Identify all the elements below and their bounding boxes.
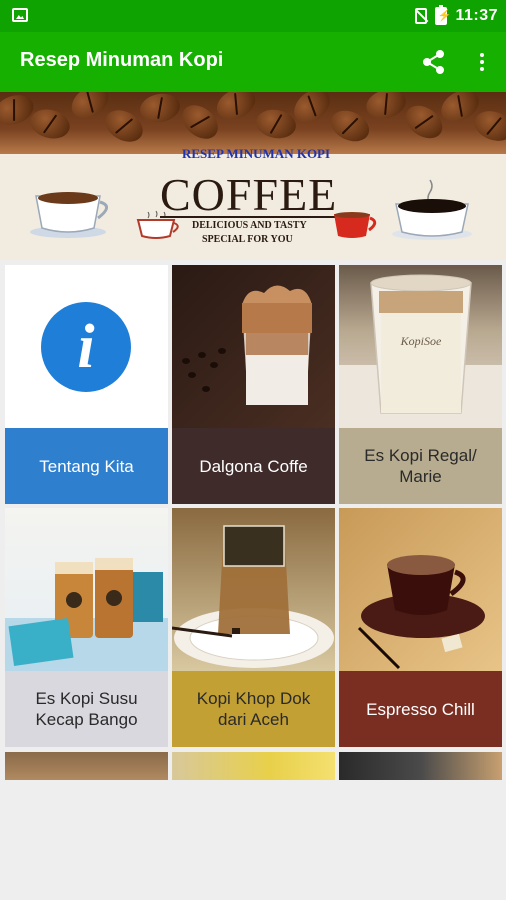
iced-coffee-cup-photo: KopiSoe (339, 265, 502, 428)
menu-item-es-kopi-susu-kecap-bango[interactable]: Es Kopi Susu Kecap Bango (5, 508, 168, 747)
status-bar: 11:37 (0, 0, 506, 32)
menu-item-es-kopi-regal-marie[interactable]: KopiSoe Es Kopi Regal/ Marie (339, 265, 502, 504)
header-banner: RESEP MINUMAN KOPI COFFEE DELICIOUS AND … (0, 92, 506, 260)
more-options-button[interactable] (470, 48, 494, 76)
menu-item-dalgona-coffe[interactable]: Dalgona Coffe (172, 265, 335, 504)
banner-divider (160, 216, 340, 218)
menu-item-tentang-kita[interactable]: i Tentang Kita (5, 265, 168, 504)
banner-subtitle-line1: DELICIOUS AND TASTY (192, 220, 307, 231)
menu-item-label: Tentang Kita (5, 428, 168, 504)
red-cup-illustration (334, 212, 377, 238)
cup-illustration-right (392, 179, 472, 240)
cup-illustration-left (30, 192, 108, 238)
share-button[interactable] (420, 48, 448, 76)
info-icon: i (41, 302, 131, 392)
menu-item-partial-1[interactable] (5, 752, 168, 780)
banner-subtitle-line2: SPECIAL FOR YOU (202, 234, 293, 245)
banner-label: RESEP MINUMAN KOPI (182, 146, 331, 161)
status-right: 11:37 (415, 5, 498, 26)
app-bar: Resep Minuman Kopi (0, 32, 506, 92)
svg-text:KopiSoe: KopiSoe (400, 334, 442, 348)
no-sim-icon (415, 8, 428, 24)
menu-item-label: Dalgona Coffe (172, 428, 335, 504)
menu-item-label: Espresso Chill (339, 671, 502, 747)
khop-coffee-glass-photo (172, 508, 335, 671)
dalgona-coffee-photo (172, 265, 335, 428)
menu-item-partial-3[interactable] (339, 752, 502, 780)
tile-image: i (5, 265, 168, 428)
menu-item-espresso-chill[interactable]: Espresso Chill (339, 508, 502, 747)
banner-title: COFFEE (160, 169, 338, 220)
menu-item-kopi-khop-dok-dari-aceh[interactable]: Kopi Khop Dok dari Aceh (172, 508, 335, 747)
more-vert-icon (480, 53, 484, 57)
menu-item-label: Es Kopi Regal/ Marie (339, 428, 502, 504)
menu-item-partial-2[interactable] (172, 752, 335, 780)
app-title: Resep Minuman Kopi (20, 49, 224, 71)
espresso-cup-photo (339, 508, 502, 671)
clock: 11:37 (455, 7, 498, 24)
menu-item-label: Es Kopi Susu Kecap Bango (5, 671, 168, 747)
iced-coffee-bottles-photo (5, 508, 168, 671)
coffee-beans-decoration (0, 92, 506, 154)
image-notification-icon (12, 8, 28, 22)
share-icon (423, 50, 444, 74)
battery-charging-icon (435, 5, 451, 25)
menu-item-label: Kopi Khop Dok dari Aceh (172, 671, 335, 747)
